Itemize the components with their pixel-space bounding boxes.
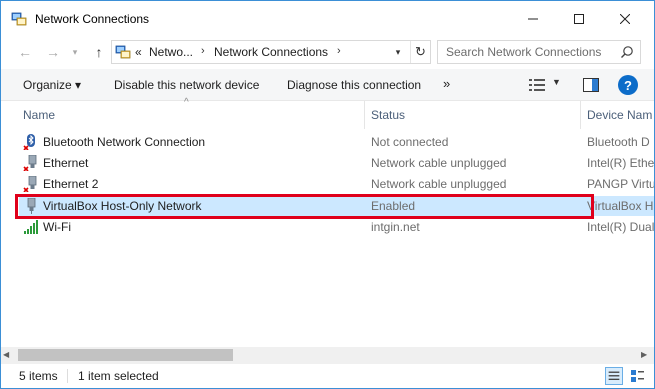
connection-device: Intel(R) Dual xyxy=(587,220,654,234)
network-connections-icon xyxy=(115,45,131,59)
scroll-left-icon[interactable]: ◀ xyxy=(3,350,9,359)
tiles-view-icon[interactable] xyxy=(628,367,646,385)
close-button[interactable] xyxy=(602,1,648,37)
ethernet-icon xyxy=(27,198,36,214)
connection-name: VirtualBox Host-Only Network xyxy=(43,199,202,213)
maximize-button[interactable] xyxy=(556,1,602,37)
navigation-bar: ← → ▾ ↑ « Netwo... › Network Connections… xyxy=(1,37,654,67)
connection-name: Ethernet xyxy=(43,156,89,170)
connection-device: Bluetooth D xyxy=(587,135,650,149)
connection-status: Network cable unplugged xyxy=(371,156,507,170)
forward-button[interactable]: → xyxy=(43,42,63,62)
address-history-button[interactable]: ▾ xyxy=(388,41,408,63)
minimize-button[interactable] xyxy=(510,1,556,37)
help-button[interactable]: ? xyxy=(618,75,638,95)
column-header-row: ^ Name Status Device Nam xyxy=(1,97,654,129)
connection-name: Wi-Fi xyxy=(43,220,71,234)
search-placeholder: Search Network Connections xyxy=(446,45,602,59)
chevron-down-icon: ▾ xyxy=(72,46,78,57)
connection-device: VirtualBox H xyxy=(587,199,654,213)
up-button[interactable]: ↑ xyxy=(89,42,109,62)
command-bar: Organize ▾ Disable this network device D… xyxy=(1,69,654,101)
column-header-status[interactable]: Status xyxy=(371,108,405,122)
change-view-icon[interactable] xyxy=(529,78,545,92)
minimize-icon xyxy=(528,18,538,20)
status-divider xyxy=(67,369,68,383)
column-divider[interactable] xyxy=(364,101,365,129)
refresh-icon: ↻ xyxy=(415,44,426,59)
horizontal-scrollbar[interactable]: ◀ ▶ xyxy=(1,347,654,364)
breadcrumb-network-connections[interactable]: Network Connections xyxy=(214,45,328,59)
diagnose-connection-button[interactable]: Diagnose this connection xyxy=(287,78,421,92)
address-bar[interactable]: « Netwo... › Network Connections › ▾ ↻ xyxy=(111,40,431,64)
window-title: Network Connections xyxy=(35,12,150,26)
network-connections-window: Network Connections ← → ▾ ↑ « Netwo... ›… xyxy=(0,0,655,389)
scroll-right-icon[interactable]: ▶ xyxy=(641,350,647,359)
details-view-icon[interactable] xyxy=(605,367,623,385)
disable-device-button[interactable]: Disable this network device xyxy=(114,78,259,92)
item-count: 5 items xyxy=(19,369,58,383)
bluetooth-icon xyxy=(23,134,35,150)
list-item[interactable]: VirtualBox Host-Only Network Enabled Vir… xyxy=(19,196,654,216)
column-header-device-name[interactable]: Device Nam xyxy=(587,108,652,122)
wifi-icon xyxy=(24,220,38,234)
scrollbar-thumb[interactable] xyxy=(18,349,233,361)
connection-status: Enabled xyxy=(371,199,416,213)
ethernet-icon xyxy=(23,176,37,192)
breadcrumb-separator[interactable]: › xyxy=(201,45,205,57)
maximize-icon xyxy=(574,14,584,24)
arrow-up-icon: ↑ xyxy=(95,44,103,60)
sort-ascending-icon: ^ xyxy=(184,97,189,108)
column-divider[interactable] xyxy=(580,101,581,129)
status-bar: 5 items 1 item selected xyxy=(1,364,654,388)
connection-status: Not connected xyxy=(371,135,449,149)
list-item[interactable]: Ethernet 2 Network cable unplugged PANGP… xyxy=(19,174,654,194)
list-item[interactable]: Wi-Fi intgin.net Intel(R) Dual xyxy=(19,217,654,237)
back-button[interactable]: ← xyxy=(15,42,35,62)
connection-device: PANGP Virtu xyxy=(587,177,654,191)
connection-status: Network cable unplugged xyxy=(371,177,507,191)
title-bar[interactable]: Network Connections xyxy=(1,1,654,37)
connection-name: Bluetooth Network Connection xyxy=(43,135,206,149)
refresh-button[interactable]: ↻ xyxy=(410,41,430,63)
help-icon: ? xyxy=(624,77,632,93)
preview-pane-icon[interactable] xyxy=(583,78,599,92)
ethernet-icon xyxy=(23,155,37,171)
view-options-dropdown[interactable]: ▼ xyxy=(552,77,561,87)
connection-name: Ethernet 2 xyxy=(43,177,99,191)
selection-count: 1 item selected xyxy=(78,369,159,383)
organize-button[interactable]: Organize ▾ xyxy=(23,78,81,92)
connection-status: intgin.net xyxy=(371,220,420,234)
breadcrumb-network[interactable]: Netwo... xyxy=(149,45,193,59)
column-header-name[interactable]: Name xyxy=(23,108,55,122)
network-connections-icon xyxy=(11,12,27,26)
recent-locations-button[interactable]: ▾ xyxy=(69,42,81,62)
arrow-right-icon: → xyxy=(46,44,60,60)
list-item[interactable]: Bluetooth Network Connection Not connect… xyxy=(19,132,654,152)
chevron-down-icon: ▾ xyxy=(395,46,401,57)
breadcrumb-overflow[interactable]: « xyxy=(135,45,142,59)
close-icon xyxy=(620,14,630,24)
arrow-left-icon: ← xyxy=(18,44,32,60)
connection-list: Bluetooth Network Connection Not connect… xyxy=(1,132,654,347)
more-commands-button[interactable]: » xyxy=(443,76,450,91)
search-input[interactable]: Search Network Connections xyxy=(437,40,641,64)
breadcrumb-separator[interactable]: › xyxy=(337,45,341,57)
list-item[interactable]: Ethernet Network cable unplugged Intel(R… xyxy=(19,153,654,173)
search-icon xyxy=(621,46,633,58)
connection-device: Intel(R) Ethe xyxy=(587,156,654,170)
